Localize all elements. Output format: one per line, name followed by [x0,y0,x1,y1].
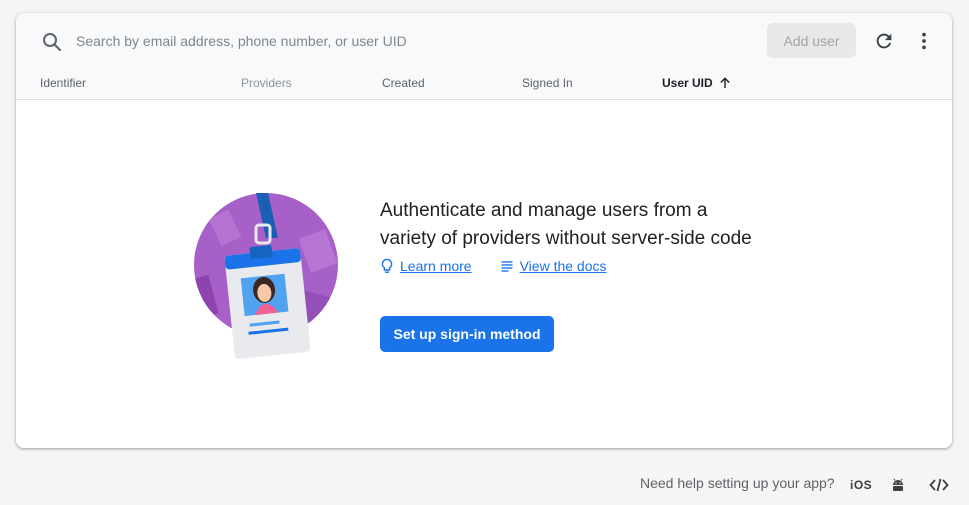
learn-more-label: Learn more [400,258,472,274]
lightbulb-icon [381,258,393,273]
learn-more-link[interactable]: Learn more [380,258,472,274]
help-links: Learn more View the docs [380,258,607,274]
docs-icon [501,261,513,272]
empty-state: Authenticate and manage users from a var… [16,101,952,448]
more-vert-icon [922,32,926,50]
headline-line-2: variety of providers without server-side… [380,228,752,249]
users-card: Add user Identifier Providers Created Si… [16,13,952,448]
refresh-button[interactable] [871,28,897,54]
refresh-icon [876,33,892,49]
search-input[interactable] [76,29,636,53]
more-options-button[interactable] [911,28,937,54]
headline-line-1: Authenticate and manage users from a [380,200,708,221]
arrow-up-icon [719,77,730,88]
android-icon[interactable] [890,474,906,496]
column-header-user-uid-label: User UID [662,76,713,90]
column-header-user-uid[interactable]: User UID [662,76,731,90]
setup-sign-in-method-button[interactable]: Set up sign-in method [380,316,554,352]
empty-state-headline: Authenticate and manage users from a var… [380,197,800,253]
column-header-signed-in[interactable]: Signed In [522,76,573,90]
column-header-identifier[interactable]: Identifier [40,76,86,90]
web-code-icon[interactable] [929,474,949,496]
view-docs-label: View the docs [519,258,607,274]
footer-help-text: Need help setting up your app? [640,475,835,491]
search-icon [43,33,62,52]
add-user-button[interactable]: Add user [767,23,856,58]
ios-icon[interactable]: iOS [850,474,872,496]
column-header-created[interactable]: Created [382,76,425,90]
footer: Need help setting up your app? iOS [0,466,969,502]
id-badge-illustration [194,193,338,359]
users-table-header: Add user Identifier Providers Created Si… [16,13,952,100]
column-header-providers: Providers [241,76,292,90]
view-docs-link[interactable]: View the docs [500,258,607,274]
